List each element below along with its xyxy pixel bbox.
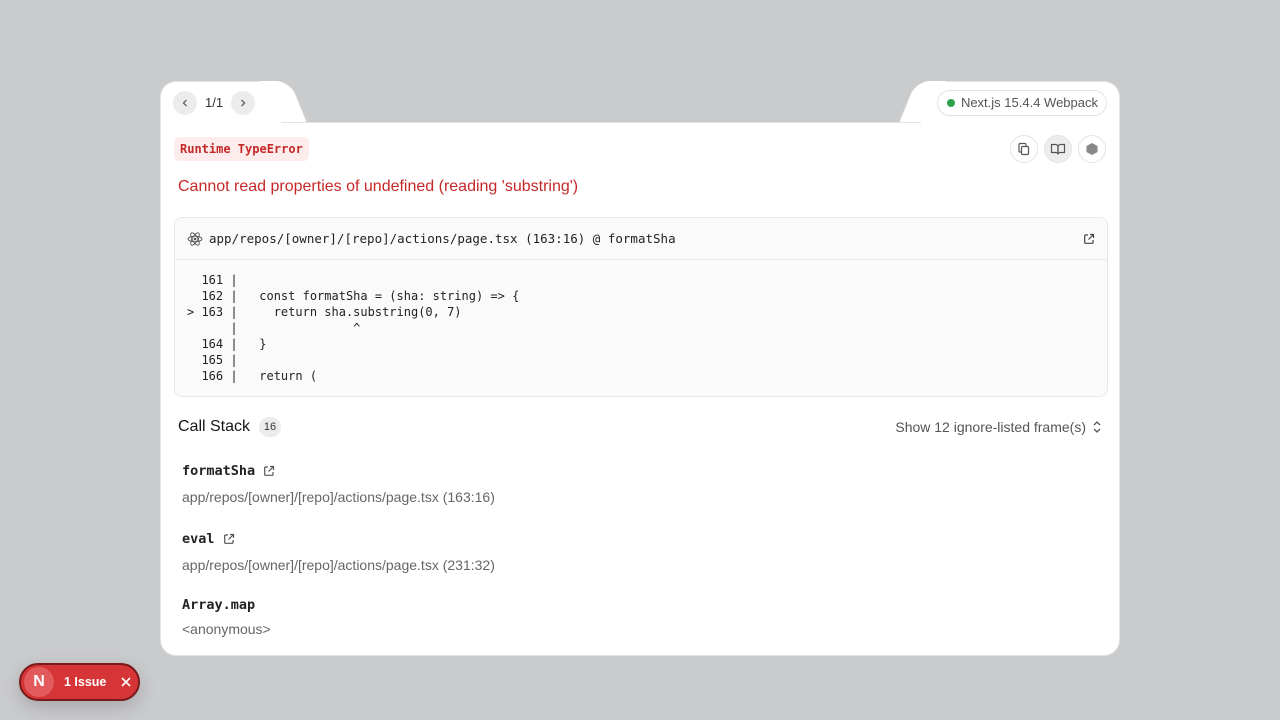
copy-error-button[interactable] xyxy=(1010,135,1038,163)
stack-frame: eval app/repos/[owner]/[repo]/actions/pa… xyxy=(182,531,495,573)
version-indicator[interactable]: Next.js 15.4.4 Webpack xyxy=(936,89,1107,116)
chevron-up-down-icon xyxy=(1093,421,1101,433)
code-frame-header: app/repos/[owner]/[repo]/actions/page.ts… xyxy=(175,218,1107,260)
nodejs-inspector-button[interactable] xyxy=(1078,135,1106,163)
code-line: 165 | xyxy=(187,353,238,367)
stack-frame: formatSha app/repos/[owner]/[repo]/actio… xyxy=(182,463,495,505)
version-tab: Next.js 15.4.4 Webpack xyxy=(920,81,1120,123)
copy-icon xyxy=(1018,142,1030,156)
nextjs-logo-icon: N xyxy=(24,667,54,697)
stack-frame-location: app/repos/[owner]/[repo]/actions/page.ts… xyxy=(182,489,495,505)
stack-frame-function: Array.map xyxy=(182,597,256,613)
error-overlay-card: Runtime TypeError Cannot read properties… xyxy=(160,122,1120,656)
code-line-error: > 163 | return sha.substring(0, 7) xyxy=(187,305,462,319)
chevron-left-icon xyxy=(182,99,187,106)
stack-frame-function: formatSha xyxy=(182,463,256,479)
status-dot-icon xyxy=(946,98,955,107)
external-link-icon[interactable] xyxy=(223,533,235,545)
stack-frame-location: app/repos/[owner]/[repo]/actions/page.ts… xyxy=(182,557,495,573)
close-icon[interactable] xyxy=(120,676,132,688)
call-stack-count-badge: 16 xyxy=(259,417,282,437)
call-stack-title: Call Stack xyxy=(178,418,251,435)
book-open-icon xyxy=(1050,143,1066,155)
call-stack-header: Call Stack 16 Show 12 ignore-listed fram… xyxy=(178,415,1102,439)
next-error-button[interactable] xyxy=(231,90,256,115)
version-label: Next.js 15.4.4 Webpack xyxy=(960,95,1098,110)
ignore-listed-label: Show 12 ignore-listed frame(s) xyxy=(895,419,1086,435)
code-line-caret: | ^ xyxy=(187,321,361,335)
external-link-icon[interactable] xyxy=(1083,233,1095,245)
prev-error-button[interactable] xyxy=(173,90,197,115)
chevron-right-icon xyxy=(241,99,246,106)
nodejs-icon xyxy=(1086,143,1098,155)
stack-frame-function: eval xyxy=(182,531,215,547)
error-toolbar xyxy=(1010,135,1106,163)
code-frame-file: app/repos/[owner]/[repo]/actions/page.ts… xyxy=(209,231,676,246)
issue-count-label: 1 Issue xyxy=(64,675,107,689)
react-icon xyxy=(187,231,203,246)
error-message: Cannot read properties of undefined (rea… xyxy=(178,178,579,195)
code-line: 162 | const formatSha = (sha: string) =>… xyxy=(187,289,520,303)
issues-badge[interactable]: N 1 Issue xyxy=(19,663,140,701)
code-frame: app/repos/[owner]/[repo]/actions/page.ts… xyxy=(174,217,1108,397)
ignore-listed-toggle[interactable]: Show 12 ignore-listed frame(s) xyxy=(895,419,1102,435)
error-type-label: Runtime TypeError xyxy=(174,137,309,161)
pager-count: 1/1 xyxy=(205,95,224,110)
code-frame-source: 161 | 162 | const formatSha = (sha: stri… xyxy=(175,260,1107,396)
code-line: 164 | } xyxy=(187,337,267,351)
error-pager: 1/1 xyxy=(160,81,282,123)
docs-button[interactable] xyxy=(1044,135,1072,163)
stack-frame-location: <anonymous> xyxy=(182,621,271,637)
stack-frame: Array.map <anonymous> xyxy=(182,597,271,637)
code-line: 166 | return ( xyxy=(187,369,318,383)
code-line: 161 | xyxy=(187,273,238,287)
external-link-icon[interactable] xyxy=(263,465,275,477)
